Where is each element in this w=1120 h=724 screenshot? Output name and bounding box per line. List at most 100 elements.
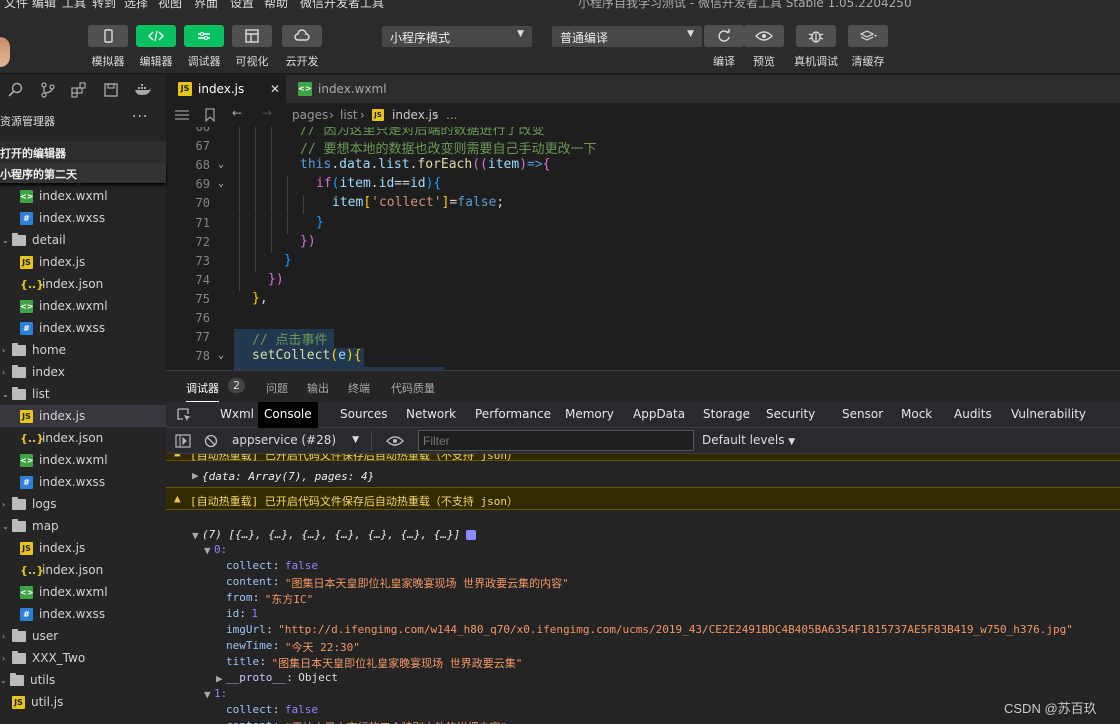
tree-folder[interactable]: ⌄ detail — [0, 229, 166, 251]
menu-item[interactable]: 设置 — [230, 0, 254, 11]
collapse-icon[interactable]: ▼ — [204, 544, 211, 557]
expand-icon[interactable]: ▶ — [192, 469, 199, 482]
cloud-button[interactable] — [282, 25, 322, 47]
menu-item[interactable]: 文件 — [4, 0, 28, 11]
save-icon[interactable] — [103, 82, 119, 98]
tab-index-wxml[interactable]: <> index.wxml — [294, 75, 414, 103]
inspect-icon[interactable] — [176, 407, 192, 423]
code-editor[interactable]: 66 // 因为这里只是对后端的数据进行了改变 67 // 要想本地的数据也改变则需要… — [166, 127, 1120, 370]
collapse-icon[interactable]: ▼ — [192, 529, 199, 542]
avatar[interactable] — [0, 37, 10, 67]
fold-chevron-icon[interactable]: ⌄ — [218, 159, 224, 170]
tab-terminal[interactable]: 终端 — [348, 380, 370, 396]
tree-file[interactable]: # index.wxss — [0, 317, 166, 339]
menu-item[interactable]: 选择 — [124, 0, 148, 11]
tree-folder[interactable]: › home — [0, 339, 166, 361]
crumb-symbol[interactable]: ... — [446, 108, 457, 122]
tree-file[interactable]: JS index.js — [0, 405, 166, 427]
devtools-tab-audits[interactable]: Audits — [948, 402, 998, 428]
tree-folder[interactable]: ⌄ utils — [0, 669, 166, 691]
tree-file[interactable]: {..}index.json — [0, 559, 166, 581]
menu-item[interactable]: 视图 — [158, 0, 182, 11]
tree-file[interactable]: # index.wxss — [0, 603, 166, 625]
tree-file[interactable]: {..}index.json — [0, 427, 166, 449]
simulator-button[interactable] — [88, 25, 128, 47]
source-control-icon[interactable] — [40, 82, 56, 98]
tree-folder[interactable]: › user — [0, 625, 166, 647]
tree-file[interactable]: <> index.wxml — [0, 581, 166, 603]
devtools-tab-network[interactable]: Network — [400, 402, 462, 428]
clear-console-icon[interactable] — [204, 434, 218, 448]
tree-file[interactable]: JS index.js — [0, 251, 166, 273]
crumb-file[interactable]: index.js — [392, 108, 438, 122]
tree-file[interactable]: # index.wxss — [0, 207, 166, 229]
close-icon[interactable]: ✕ — [270, 82, 280, 96]
filter-input[interactable] — [418, 430, 694, 451]
tab-index-js[interactable]: JS index.js ✕ — [166, 75, 286, 103]
clear-cache-button[interactable] — [848, 25, 888, 47]
collapse-icon[interactable]: ▼ — [204, 688, 211, 701]
tab-problems[interactable]: 问题 — [266, 380, 288, 396]
devtools-tab-performance[interactable]: Performance — [469, 402, 557, 428]
devtools-tab-sensor[interactable]: Sensor — [836, 402, 889, 428]
visual-button[interactable] — [232, 25, 272, 47]
log-levels-select[interactable]: Default levels ▼ — [702, 433, 795, 447]
docker-icon[interactable] — [134, 82, 152, 98]
open-editors-section[interactable]: 打开的编辑器 — [0, 141, 166, 163]
crumb-list[interactable]: list — [340, 108, 358, 122]
tree-folder[interactable]: ⌄ map — [0, 515, 166, 537]
mode-select[interactable]: 小程序模式 ▼ — [382, 26, 532, 47]
devtools-tab-console[interactable]: Console — [258, 402, 318, 428]
search-icon[interactable] — [8, 82, 24, 98]
console-array[interactable]: (7) [{…}, {…}, {…}, {…}, {…}, {…}, {…}] — [202, 528, 460, 541]
context-select[interactable]: appservice (#28) ▼ — [232, 431, 372, 451]
devtools-tab-wxml[interactable]: Wxml — [214, 402, 260, 428]
editor-button[interactable] — [136, 25, 176, 47]
menu-item[interactable]: 帮助 — [264, 0, 288, 11]
tree-folder[interactable]: › index — [0, 361, 166, 383]
crumb-pages[interactable]: pages — [292, 108, 328, 122]
eye-icon[interactable] — [386, 435, 404, 447]
tree-folder[interactable]: ⌄ list — [0, 383, 166, 405]
tree-file[interactable]: <> index.wxml — [0, 185, 166, 207]
project-section[interactable]: 小程序的第二天 — [0, 163, 166, 183]
info-icon[interactable] — [466, 530, 476, 540]
expand-icon[interactable]: ▶ — [216, 672, 223, 685]
console-object[interactable]: {data: Array(7), pages: 4} — [202, 470, 374, 483]
more-icon[interactable]: ··· — [132, 109, 148, 125]
forward-arrow-icon[interactable]: → — [262, 106, 272, 120]
tree-file[interactable]: {..}index.json — [0, 273, 166, 295]
tree-file[interactable]: # index.wxss — [0, 471, 166, 493]
tree-folder[interactable]: › logs — [0, 493, 166, 515]
remote-debug-button[interactable] — [796, 25, 836, 47]
back-arrow-icon[interactable]: ← — [232, 106, 242, 120]
tree-file[interactable]: <> index.wxml — [0, 295, 166, 317]
extensions-icon[interactable] — [71, 82, 87, 98]
devtools-tab-appdata[interactable]: AppData — [627, 402, 691, 428]
devtools-tab-mock[interactable]: Mock — [895, 402, 938, 428]
menu-item[interactable]: 界面 — [194, 0, 218, 11]
menu-item[interactable]: 编辑 — [32, 0, 56, 11]
bookmark-icon[interactable] — [204, 108, 216, 122]
debugger-button[interactable] — [184, 25, 224, 47]
devtools-tab-storage[interactable]: Storage — [697, 402, 756, 428]
fold-chevron-icon[interactable]: ⌄ — [218, 178, 224, 189]
devtools-tab-vulnerability[interactable]: Vulnerability — [1005, 402, 1092, 428]
devtools-tab-security[interactable]: Security — [760, 402, 821, 428]
compile-select[interactable]: 普通编译 ▼ — [552, 26, 702, 47]
console-output[interactable]: ▲ [自动热重载] 已开启代码文件保存后自动热重载（不支持 json） ▶ {d… — [166, 454, 1120, 724]
tab-code-quality[interactable]: 代码质量 — [391, 380, 435, 396]
tree-file[interactable]: <> index.wxml — [0, 449, 166, 471]
devtools-tab-memory[interactable]: Memory — [559, 402, 620, 428]
tree-file[interactable]: JS index.js — [0, 537, 166, 559]
menu-item[interactable]: 工具 — [62, 0, 86, 11]
tree-file[interactable]: JS util.js — [0, 691, 166, 713]
sidebar-toggle-icon[interactable] — [175, 434, 191, 448]
compile-button[interactable] — [704, 25, 744, 47]
devtools-tab-sources[interactable]: Sources — [334, 402, 393, 428]
list-icon[interactable] — [174, 109, 190, 121]
tab-output[interactable]: 输出 — [307, 380, 329, 396]
tree-folder[interactable]: › XXX_Two — [0, 647, 166, 669]
tab-debugger[interactable]: 调试器 — [186, 380, 219, 402]
menu-item[interactable]: 转到 — [92, 0, 116, 11]
